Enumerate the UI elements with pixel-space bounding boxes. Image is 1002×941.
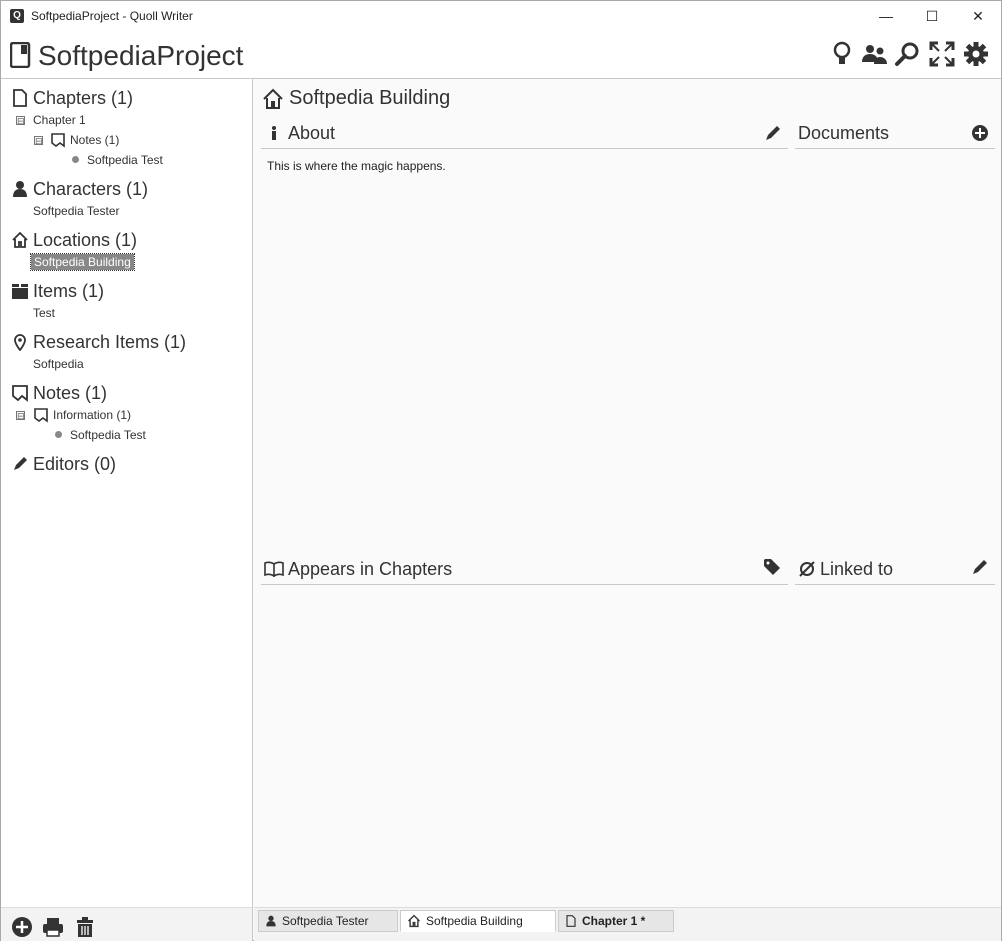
location-icon [263,88,283,109]
maximize-button[interactable]: ☐ [909,1,955,32]
location-icon [408,914,420,928]
project-header: SoftpediaProject [1,32,1001,79]
sidebar-section-chapters[interactable]: Chapters (1) [11,87,133,109]
tree-item-note[interactable]: Softpedia Test [87,153,163,167]
lightbulb-icon[interactable] [828,40,856,68]
info-icon [272,126,276,140]
bullet-icon [72,156,79,163]
contacts-icon[interactable] [860,40,888,68]
tab-label: Softpedia Tester [282,914,369,928]
sidebar-section-research[interactable]: Research Items (1) [11,331,186,353]
tree-item-note-type[interactable]: Information (1) [53,408,131,422]
tree-item-note[interactable]: Softpedia Test [70,428,146,442]
sidebar-section-locations[interactable]: Locations (1) [11,229,137,251]
tree-collapse-toggle[interactable]: ⊟ [16,116,25,126]
bullet-icon [55,431,62,438]
linked-panel-header: Linked to [795,554,995,585]
book-icon [264,561,284,577]
tree-item-item[interactable]: Test [33,306,55,320]
add-icon[interactable] [11,916,33,938]
app-icon: Q [10,9,24,23]
tree-collapse-toggle[interactable]: ⊟ [34,136,43,146]
tag-icon[interactable] [763,558,781,576]
sidebar-section-label: Characters (1) [33,178,149,199]
window-title: SoftpediaProject - Quoll Writer [31,9,193,23]
trash-icon[interactable] [74,916,96,938]
tree-item-research[interactable]: Softpedia [33,357,84,371]
sidebar-section-label: Research Items (1) [33,331,187,352]
fullscreen-icon[interactable] [928,40,956,68]
title-bar: Q SoftpediaProject - Quoll Writer — ☐ ✕ [1,1,1001,32]
location-icon [12,231,28,248]
search-icon[interactable] [894,40,922,68]
documents-panel-header: Documents [795,118,995,149]
tab-label: Chapter 1 * [582,914,646,928]
sidebar-section-label: Chapters (1) [33,87,134,108]
sidebar-section-label: Locations (1) [33,229,138,250]
tab-softpedia-building[interactable]: Softpedia Building [400,910,556,932]
sidebar-section-notes[interactable]: Notes (1) [11,382,107,404]
edit-icon[interactable] [764,124,782,142]
sidebar-section-items[interactable]: Items (1) [11,280,104,302]
about-panel-header: About [261,118,788,149]
project-book-icon [10,42,31,68]
notes-icon [12,385,28,402]
project-sidebar: Chapters (1) ⊟ Chapter 1 ⊟ Notes (1) Sof… [1,79,253,907]
print-icon[interactable] [42,916,64,938]
notes-icon [34,408,48,423]
tree-item-notes[interactable]: Notes (1) [70,133,119,147]
tab-bar: Softpedia Tester Softpedia Building Chap… [254,907,1001,941]
tree-item-location-selected[interactable]: Softpedia Building [30,253,135,271]
edit-icon[interactable] [971,558,989,576]
location-name: Softpedia Building [289,87,451,109]
sidebar-section-label: Items (1) [33,280,105,301]
add-document-icon[interactable] [971,124,989,142]
location-title: Softpedia Building [262,87,450,110]
about-label: About [288,122,336,143]
tree-item-character[interactable]: Softpedia Tester [33,204,120,218]
item-icon [12,284,28,299]
linked-label: Linked to [820,558,894,579]
tree-item-chapter[interactable]: Chapter 1 [33,113,86,127]
tab-chapter-1[interactable]: Chapter 1 * [558,910,674,932]
close-button[interactable]: ✕ [955,1,1001,32]
sidebar-section-label: Editors (0) [33,453,117,474]
character-icon [13,181,27,197]
about-text: This is where the magic happens. [267,159,446,173]
character-icon [266,915,276,927]
research-icon [14,334,26,351]
tree-collapse-toggle[interactable]: ⊟ [16,411,25,421]
sidebar-footer [1,907,253,941]
settings-icon[interactable] [962,40,990,68]
tab-softpedia-tester[interactable]: Softpedia Tester [258,910,398,932]
minimize-button[interactable]: — [863,1,909,32]
chapter-icon [566,915,576,927]
editor-icon [14,457,27,470]
sidebar-section-editors[interactable]: Editors (0) [11,453,116,475]
app-window: Q SoftpediaProject - Quoll Writer — ☐ ✕ … [0,0,1002,941]
notes-icon [51,133,65,148]
project-title: SoftpediaProject [38,40,244,71]
appears-label: Appears in Chapters [288,558,453,579]
documents-label: Documents [798,122,890,143]
sidebar-section-characters[interactable]: Characters (1) [11,178,148,200]
link-icon [799,561,815,577]
appears-panel-header: Appears in Chapters [261,554,788,585]
chapter-icon [13,89,27,107]
tab-label: Softpedia Building [426,914,523,928]
sidebar-section-label: Notes (1) [33,382,108,403]
